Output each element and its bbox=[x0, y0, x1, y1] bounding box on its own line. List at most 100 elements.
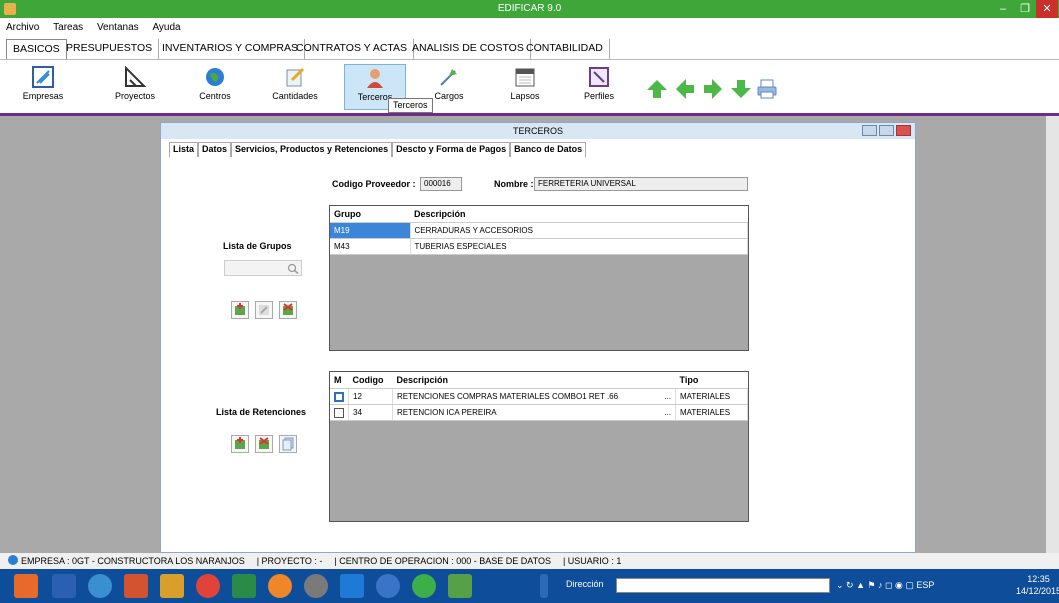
table-row[interactable]: M19 CERRADURAS Y ACCESORIOS bbox=[330, 222, 748, 239]
menu-bar: Archivo Tareas Ventanas Ayuda bbox=[0, 18, 1059, 36]
codigo-proveedor-field[interactable]: 000016 bbox=[420, 177, 462, 191]
status-usuario: | USUARIO : 1 bbox=[562, 556, 622, 566]
table-row[interactable]: 12 RETENCIONES COMPRAS MATERIALES COMBO1… bbox=[330, 388, 748, 405]
arrow-up-icon[interactable] bbox=[646, 78, 668, 100]
descripcion-cell[interactable]: RETENCIONES COMPRAS MATERIALES COMBO1 RE… bbox=[392, 388, 676, 405]
tab-descto[interactable]: Descto y Forma de Pagos bbox=[392, 142, 511, 157]
child-close-button[interactable] bbox=[896, 125, 911, 136]
excel-icon[interactable] bbox=[232, 574, 256, 598]
ribbon-lapsos-button[interactable]: Lapsos bbox=[494, 64, 556, 110]
language-indicator[interactable]: ESP bbox=[916, 580, 934, 590]
delete-grupo-button[interactable] bbox=[279, 301, 297, 319]
lista-retenciones-label: Lista de Retenciones bbox=[216, 407, 307, 417]
tab-lista[interactable]: Lista bbox=[169, 142, 199, 157]
grupo-header[interactable]: Grupo bbox=[330, 206, 410, 223]
clock-date: 14/12/2015 bbox=[1016, 586, 1059, 596]
tipo-header[interactable]: Tipo bbox=[675, 372, 748, 389]
vertical-scrollbar[interactable] bbox=[1046, 116, 1059, 553]
internet-explorer-icon[interactable] bbox=[340, 574, 364, 598]
delete-icon bbox=[283, 303, 293, 315]
grupo-cell[interactable]: M19 bbox=[330, 222, 411, 239]
lookup-ellipsis[interactable]: ... bbox=[664, 392, 671, 401]
globe-app-icon[interactable] bbox=[376, 574, 400, 598]
arrow-down-icon[interactable] bbox=[730, 78, 752, 100]
add-icon bbox=[235, 303, 245, 315]
tab-presupuestos[interactable]: PRESUPUESTOS bbox=[60, 39, 160, 59]
taskbar: Dirección ⌄ ↻ ▲ ⚑ ♪ ◻ ◉ ▢ ESP 12:35 14/1… bbox=[0, 569, 1059, 603]
copy-retencion-button[interactable] bbox=[279, 435, 297, 453]
arrow-right-icon[interactable] bbox=[702, 78, 724, 100]
maximize-button[interactable]: ❐ bbox=[1014, 0, 1036, 18]
descripcion-cell[interactable]: CERRADURAS Y ACCESORIOS bbox=[410, 222, 748, 239]
descripcion-cell[interactable]: RETENCION ICA PEREIRA... bbox=[392, 404, 676, 421]
descripcion-header[interactable]: Descripción bbox=[410, 206, 748, 223]
codigo-cell[interactable]: 34 bbox=[348, 404, 393, 421]
notepad-icon[interactable] bbox=[448, 574, 472, 598]
edificar-app-icon[interactable] bbox=[160, 574, 184, 598]
descripcion-header[interactable]: Descripción bbox=[392, 372, 676, 389]
ribbon-perfiles-button[interactable]: Perfiles bbox=[568, 64, 630, 110]
word-icon[interactable] bbox=[52, 574, 76, 598]
menu-ventanas[interactable]: Ventanas bbox=[91, 18, 144, 33]
edit-grupo-button[interactable] bbox=[255, 301, 273, 319]
tab-datos[interactable]: Datos bbox=[198, 142, 232, 157]
network-icon[interactable] bbox=[304, 574, 328, 598]
nombre-field[interactable]: FERRETERIA UNIVERSAL bbox=[534, 177, 748, 191]
direccion-input[interactable] bbox=[616, 578, 830, 593]
add-icon bbox=[235, 437, 245, 449]
clock[interactable]: 12:35 14/12/2015 bbox=[1016, 573, 1059, 597]
globe-icon bbox=[8, 555, 18, 565]
table-row[interactable]: M43 TUBERIAS ESPECIALES bbox=[330, 238, 748, 255]
tipo-cell[interactable]: MATERIALES bbox=[675, 388, 748, 405]
tab-servicios[interactable]: Servicios, Productos y Retenciones bbox=[231, 142, 393, 157]
arrow-left-icon[interactable] bbox=[674, 78, 696, 100]
print-icon[interactable] bbox=[756, 78, 778, 100]
row-checkbox[interactable] bbox=[334, 407, 344, 418]
tab-contratos[interactable]: CONTRATOS Y ACTAS bbox=[290, 39, 415, 59]
descripcion-cell[interactable]: TUBERIAS ESPECIALES bbox=[410, 238, 748, 255]
cantidades-icon bbox=[286, 67, 305, 87]
tab-contabilidad[interactable]: CONTABILIDAD bbox=[520, 39, 610, 59]
ribbon-centros-button[interactable]: Centros bbox=[184, 64, 246, 110]
tab-analisis-costos[interactable]: ANALISIS DE COSTOS bbox=[406, 39, 531, 59]
menu-tareas[interactable]: Tareas bbox=[47, 18, 88, 33]
descripcion-text: RETENCIONES COMPRAS MATERIALES COMBO1 RE… bbox=[397, 392, 619, 401]
taskbar-handle[interactable] bbox=[540, 574, 548, 598]
ribbon-empresas-button[interactable]: Empresas bbox=[12, 64, 74, 110]
fox-app-icon[interactable] bbox=[14, 574, 38, 598]
table-row[interactable]: 34 RETENCION ICA PEREIRA... MATERIALES bbox=[330, 404, 748, 421]
lookup-ellipsis[interactable]: ... bbox=[664, 408, 671, 417]
add-grupo-button[interactable] bbox=[231, 301, 249, 319]
child-minimize-button[interactable] bbox=[862, 125, 877, 136]
green-app-icon[interactable] bbox=[412, 574, 436, 598]
search-icon[interactable] bbox=[287, 263, 299, 274]
close-button[interactable]: ✕ bbox=[1036, 0, 1058, 18]
codigo-cell[interactable]: 12 bbox=[348, 388, 393, 405]
codigo-header[interactable]: Codigo bbox=[348, 372, 393, 389]
powerpoint-icon[interactable] bbox=[124, 574, 148, 598]
row-checkbox[interactable] bbox=[334, 391, 344, 402]
firefox-icon[interactable] bbox=[268, 574, 292, 598]
child-restore-button[interactable] bbox=[879, 125, 894, 136]
tipo-cell[interactable]: MATERIALES bbox=[675, 404, 748, 421]
delete-retencion-button[interactable] bbox=[255, 435, 273, 453]
media-player-icon[interactable] bbox=[88, 574, 112, 598]
menu-archivo[interactable]: Archivo bbox=[0, 18, 44, 33]
tab-banco-datos[interactable]: Banco de Datos bbox=[510, 142, 587, 157]
marca-cell[interactable] bbox=[330, 404, 349, 421]
edit-icon bbox=[259, 305, 269, 315]
tab-basicos[interactable]: BASICOS bbox=[6, 39, 67, 59]
ribbon-proyectos-button[interactable]: Proyectos bbox=[104, 64, 166, 110]
grupos-search-input[interactable] bbox=[224, 260, 302, 276]
marca-header[interactable]: M bbox=[330, 372, 349, 389]
system-tray[interactable]: ⌄ ↻ ▲ ⚑ ♪ ◻ ◉ ▢ ESP bbox=[836, 580, 934, 591]
marca-cell[interactable] bbox=[330, 388, 349, 405]
add-retencion-button[interactable] bbox=[231, 435, 249, 453]
minimize-button[interactable]: – bbox=[992, 0, 1014, 18]
calendar-icon bbox=[515, 68, 535, 87]
menu-ayuda[interactable]: Ayuda bbox=[146, 18, 185, 33]
grupo-cell[interactable]: M43 bbox=[330, 238, 411, 255]
ribbon-cantidades-button[interactable]: Cantidades bbox=[264, 64, 326, 110]
tab-inventarios[interactable]: INVENTARIOS Y COMPRAS bbox=[156, 39, 305, 59]
chrome-icon[interactable] bbox=[196, 574, 220, 598]
